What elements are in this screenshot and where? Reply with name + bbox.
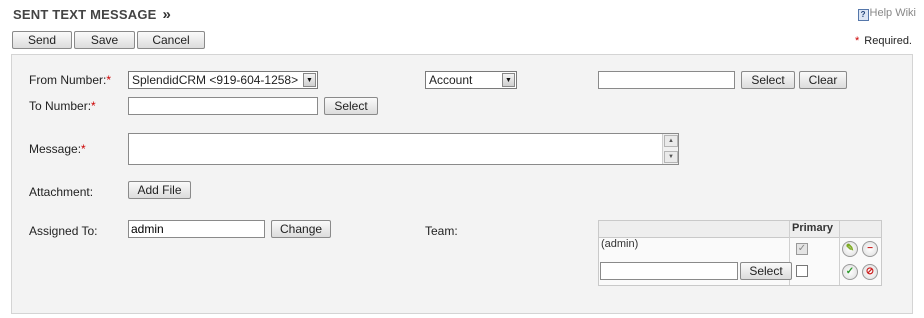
scroll-down-icon[interactable]: ▼ — [664, 151, 678, 163]
from-number-value: SplendidCRM <919-604-1258> — [132, 73, 299, 87]
page-title: SENT TEXT MESSAGE » — [13, 6, 171, 23]
parent-select-button[interactable]: Select — [741, 71, 795, 89]
from-number-select[interactable]: SplendidCRM <919-604-1258> ▼ — [128, 71, 318, 89]
scroll-up-icon[interactable]: ▲ — [664, 135, 678, 147]
required-star: * — [91, 99, 96, 113]
team-select-button[interactable]: Select — [740, 262, 792, 280]
cancel-button[interactable]: Cancel — [137, 31, 205, 49]
parent-type-select[interactable]: Account ▼ — [425, 71, 517, 89]
required-note: * Required. — [855, 35, 912, 47]
dropdown-arrow-icon: ▼ — [502, 73, 515, 87]
message-label: Message:* — [29, 142, 86, 156]
parent-clear-button[interactable]: Clear — [799, 71, 847, 89]
required-text: Required. — [864, 35, 912, 47]
message-textarea[interactable]: ▲ ▼ — [128, 133, 679, 165]
save-button[interactable]: Save — [74, 31, 135, 49]
to-number-label: To Number:* — [29, 99, 96, 113]
edit-pencil-icon[interactable]: ✎ — [842, 241, 858, 257]
help-wiki-label: Help Wiki — [869, 7, 916, 19]
team-new-primary-checkbox[interactable] — [796, 265, 808, 277]
dropdown-arrow-icon: ▼ — [303, 73, 316, 87]
message-label-text: Message: — [29, 142, 82, 156]
team-row-name: (admin) — [601, 238, 639, 250]
page-title-text: SENT TEXT MESSAGE — [13, 7, 157, 22]
remove-minus-icon[interactable]: − — [862, 241, 878, 257]
required-star: * — [106, 73, 112, 87]
required-star: * — [81, 142, 86, 156]
from-number-label: From Number:* — [29, 73, 111, 87]
attachment-label: Attachment: — [29, 185, 94, 199]
chevron-right-icon: » — [162, 6, 172, 23]
team-table: Primary (admin) ✎ − Select ✓ ⊘ — [598, 220, 882, 286]
team-label: Team: — [425, 224, 458, 238]
help-icon: ? — [857, 9, 869, 21]
required-star: * — [855, 35, 860, 47]
team-name-input[interactable] — [600, 262, 738, 280]
accept-check-icon[interactable]: ✓ — [842, 264, 858, 280]
message-scrollbar[interactable]: ▲ ▼ — [662, 134, 678, 164]
add-file-button[interactable]: Add File — [128, 181, 191, 199]
assigned-to-change-button[interactable]: Change — [271, 220, 331, 238]
team-row-primary-checkbox — [796, 243, 808, 255]
assigned-to-label: Assigned To: — [29, 224, 98, 238]
cancel-circle-icon[interactable]: ⊘ — [862, 264, 878, 280]
send-button[interactable]: Send — [12, 31, 72, 49]
column-divider — [839, 221, 840, 285]
from-number-label-text: From Number: — [29, 73, 107, 87]
to-number-label-text: To Number: — [29, 99, 92, 113]
to-number-input[interactable] — [128, 97, 318, 115]
parent-name-input[interactable] — [598, 71, 735, 89]
parent-type-value: Account — [429, 73, 473, 87]
help-wiki-link[interactable]: ? Help Wiki — [857, 7, 916, 21]
primary-column-header: Primary — [792, 222, 833, 234]
assigned-to-input[interactable] — [128, 220, 265, 238]
to-number-select-button[interactable]: Select — [324, 97, 378, 115]
